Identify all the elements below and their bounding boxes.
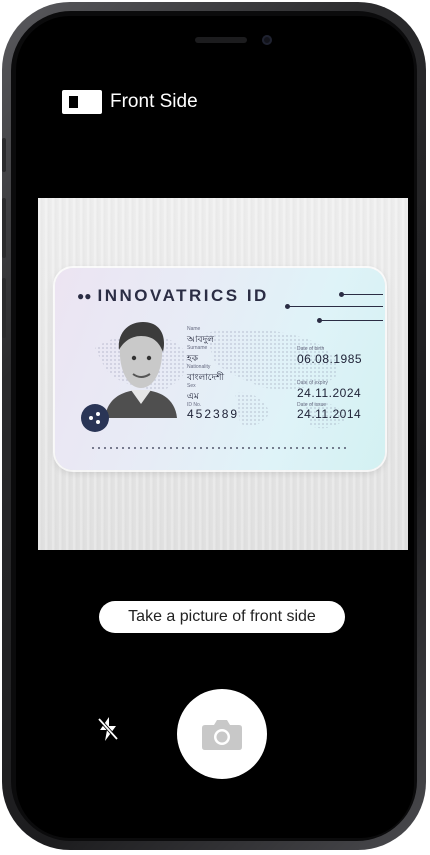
id-number-value: 452389 (187, 407, 240, 421)
issue-value: 24.11.2014 (297, 407, 362, 421)
card-security-band (90, 446, 350, 450)
capture-hint-text: Take a picture of front side (128, 608, 316, 625)
mute-switch (2, 138, 6, 172)
capture-hint: Take a picture of front side (99, 601, 345, 633)
card-logo: ●● INNOVATRICS ID (77, 286, 269, 306)
volume-up-button (2, 198, 6, 258)
shutter-button[interactable] (177, 689, 267, 779)
card-brand: INNOVATRICS ID (97, 286, 269, 305)
card-side-icon (62, 90, 102, 114)
dob-value: 06.08.1985 (297, 352, 363, 366)
earpiece-speaker (195, 37, 247, 43)
brand-mark-icon: ●● (77, 289, 92, 303)
id-portrait-image (105, 322, 177, 418)
flash-toggle-button[interactable] (92, 713, 124, 745)
volume-down-button (2, 278, 6, 338)
expiry-value: 24.11.2024 (297, 386, 362, 400)
card-chip-icon (81, 404, 109, 432)
flash-off-icon (97, 717, 119, 741)
front-camera-icon (262, 35, 272, 45)
page-title: Front Side (110, 91, 198, 112)
capture-header: Front Side (62, 90, 198, 114)
id-card-preview: ●● INNOVATRICS ID Name আবদুল Surname হক … (55, 268, 385, 470)
camera-icon (202, 720, 242, 750)
